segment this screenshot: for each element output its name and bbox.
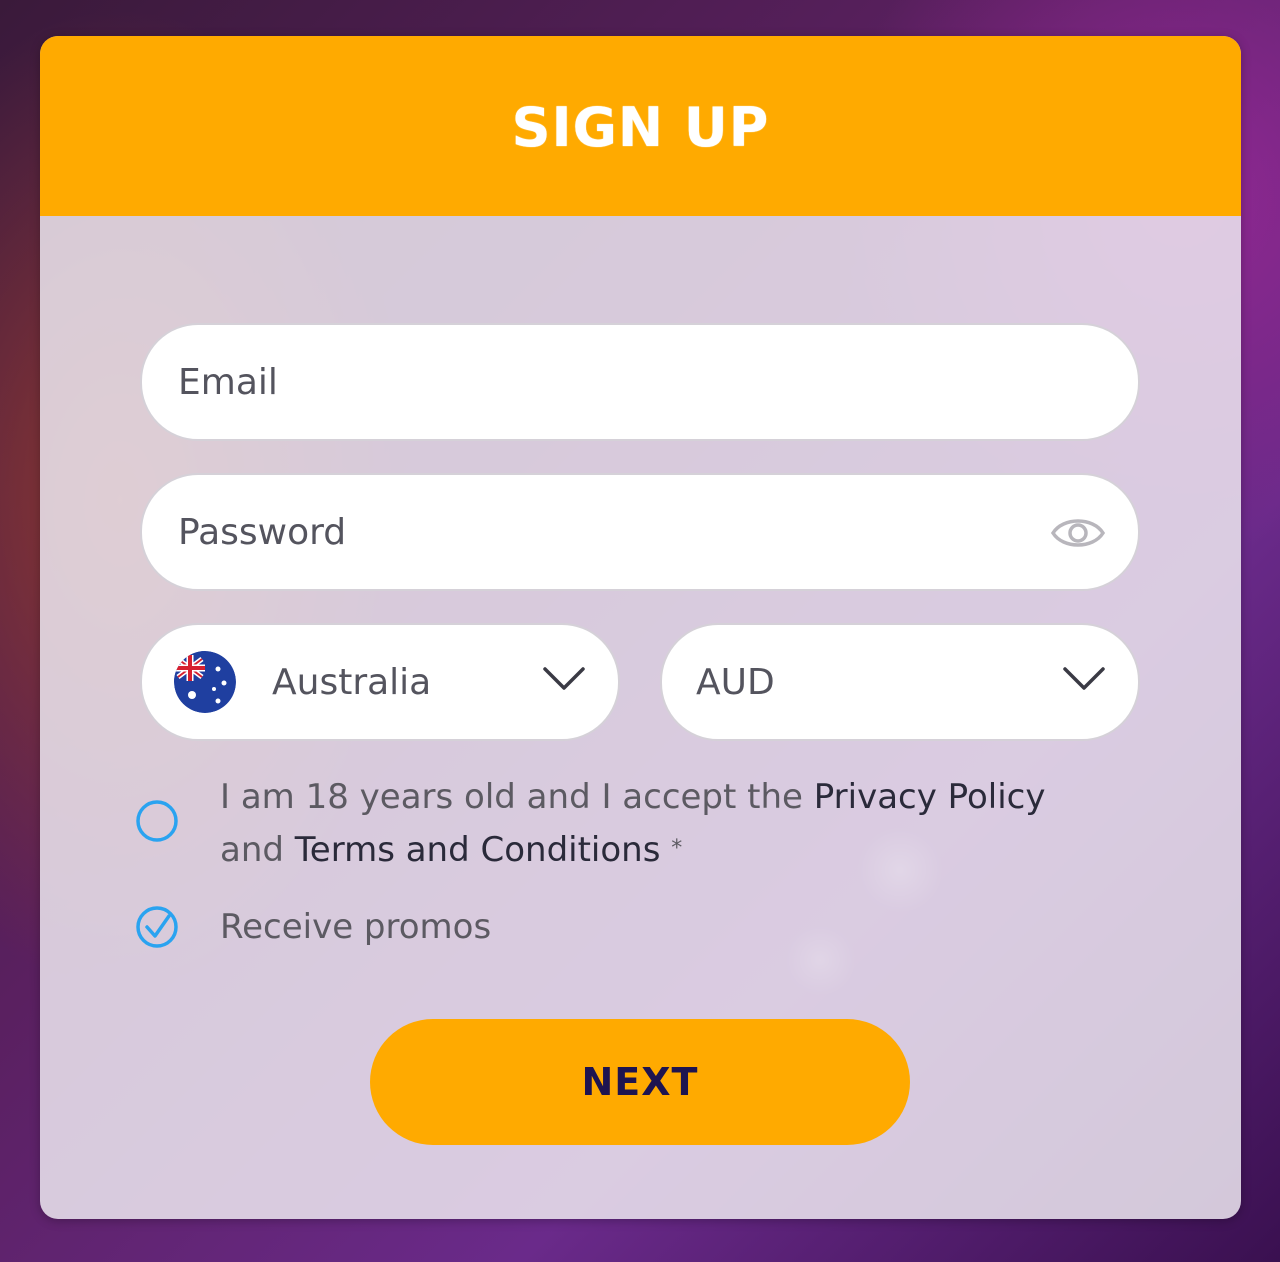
currency-select[interactable]: AUD: [660, 623, 1140, 741]
currency-value: AUD: [696, 661, 775, 703]
next-button[interactable]: NEXT: [370, 1019, 910, 1145]
privacy-policy-link[interactable]: Privacy Policy: [814, 777, 1046, 817]
chevron-down-icon: [1063, 667, 1105, 690]
required-mark: *: [671, 836, 683, 861]
email-field[interactable]: Email: [140, 323, 1140, 441]
chevron-down-icon: [543, 667, 585, 690]
terms-text-prefix: I am 18 years old and I accept the: [220, 777, 814, 817]
next-button-label: NEXT: [581, 1060, 699, 1104]
terms-label: I am 18 years old and I accept the Priva…: [220, 772, 1045, 876]
terms-text-middle: and: [220, 830, 295, 870]
signup-card: SIGN UP Email Password Australia AUD I a…: [40, 36, 1241, 1219]
promos-row: Receive promos: [136, 902, 491, 953]
password-placeholder: Password: [178, 511, 347, 553]
page-title: SIGN UP: [511, 95, 770, 159]
country-value: Australia: [272, 661, 432, 703]
promos-label: Receive promos: [220, 907, 492, 947]
australia-flag-icon: [174, 651, 236, 713]
password-field[interactable]: Password: [140, 473, 1140, 591]
terms-conditions-link[interactable]: Terms and Conditions: [295, 830, 661, 870]
promos-checkbox[interactable]: [136, 906, 178, 948]
terms-checkbox[interactable]: [136, 800, 178, 842]
country-select[interactable]: Australia: [140, 623, 620, 741]
eye-icon[interactable]: [1050, 511, 1106, 555]
card-header: SIGN UP: [40, 36, 1241, 216]
terms-row: I am 18 years old and I accept the Priva…: [136, 772, 1045, 876]
email-placeholder: Email: [178, 361, 278, 403]
